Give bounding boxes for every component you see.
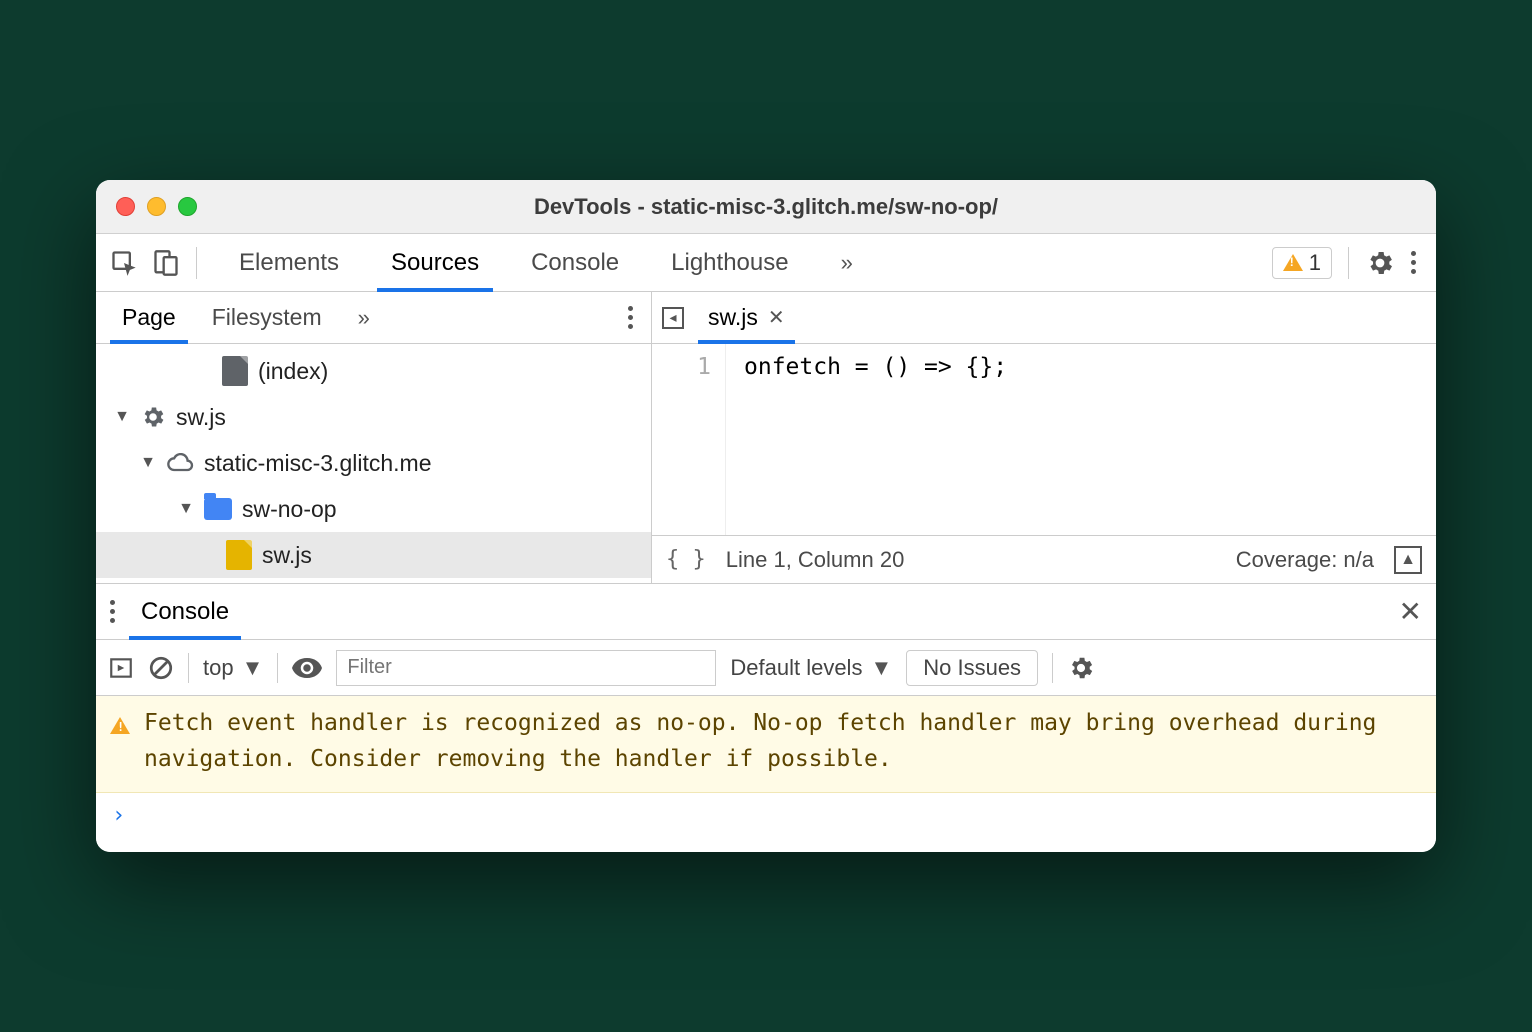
warnings-badge[interactable]: 1 bbox=[1272, 247, 1332, 279]
console-warning-row[interactable]: Fetch event handler is recognized as no-… bbox=[96, 696, 1436, 792]
drawer-tabbar: Console ✕ bbox=[96, 584, 1436, 640]
tree-label: sw.js bbox=[262, 542, 312, 569]
dropdown-icon: ▼ bbox=[870, 655, 892, 681]
divider bbox=[1052, 653, 1053, 683]
tab-elements[interactable]: Elements bbox=[213, 234, 365, 291]
console-toolbar: top ▼ Default levels ▼ No Issues bbox=[96, 640, 1436, 696]
tab-lighthouse[interactable]: Lighthouse bbox=[645, 234, 814, 291]
tab-sources[interactable]: Sources bbox=[365, 234, 505, 291]
device-toolbar-icon[interactable] bbox=[152, 249, 180, 277]
disclosure-triangle-icon[interactable]: ▼ bbox=[140, 454, 156, 472]
divider bbox=[277, 653, 278, 683]
file-tab-label: sw.js bbox=[708, 304, 758, 331]
warning-icon bbox=[1283, 254, 1303, 271]
toggle-sidebar-icon[interactable] bbox=[108, 655, 134, 681]
context-selector[interactable]: top ▼ bbox=[203, 655, 263, 681]
main-toolbar: Elements Sources Console Lighthouse » 1 bbox=[96, 234, 1436, 292]
line-number: 1 bbox=[652, 354, 711, 380]
warning-icon bbox=[110, 710, 130, 777]
editor-pane: ◂ sw.js ✕ 1 onfetch = () => {}; { } Line… bbox=[652, 292, 1436, 583]
file-tree: (index) ▼ sw.js ▼ static-misc-3.glitch.m… bbox=[96, 344, 651, 583]
code-line: onfetch = () => {}; bbox=[744, 354, 1007, 380]
file-icon bbox=[222, 356, 248, 386]
navigator-tab-page[interactable]: Page bbox=[104, 292, 194, 343]
window-close-button[interactable] bbox=[116, 197, 135, 216]
toggle-navigator-icon[interactable]: ◂ bbox=[662, 307, 684, 329]
code-editor[interactable]: 1 onfetch = () => {}; bbox=[652, 344, 1436, 535]
settings-icon[interactable] bbox=[1365, 248, 1395, 278]
close-drawer-icon[interactable]: ✕ bbox=[1399, 595, 1422, 628]
tree-label: sw-no-op bbox=[242, 496, 337, 523]
tab-overflow[interactable]: » bbox=[815, 234, 879, 291]
disclosure-triangle-icon[interactable]: ▼ bbox=[178, 500, 194, 518]
clear-console-icon[interactable] bbox=[148, 655, 174, 681]
titlebar: DevTools - static-misc-3.glitch.me/sw-no… bbox=[96, 180, 1436, 234]
sources-panel: Page Filesystem » (index) ▼ s bbox=[96, 292, 1436, 584]
tab-console[interactable]: Console bbox=[505, 234, 645, 291]
console-filter-input[interactable] bbox=[336, 650, 716, 686]
console-prompt[interactable]: › bbox=[96, 793, 1436, 852]
line-gutter: 1 bbox=[652, 344, 726, 535]
navigator-pane: Page Filesystem » (index) ▼ s bbox=[96, 292, 652, 583]
prompt-chevron-icon: › bbox=[112, 803, 125, 828]
tree-label: (index) bbox=[258, 358, 328, 385]
inspect-element-icon[interactable] bbox=[110, 249, 138, 277]
console-warning-text: Fetch event handler is recognized as no-… bbox=[144, 706, 1422, 777]
panel-tabs: Elements Sources Console Lighthouse » bbox=[213, 234, 879, 291]
context-label: top bbox=[203, 655, 234, 681]
code-content: onfetch = () => {}; bbox=[726, 344, 1007, 535]
window-zoom-button[interactable] bbox=[178, 197, 197, 216]
tree-item-sw-root[interactable]: ▼ sw.js bbox=[96, 394, 651, 440]
divider bbox=[196, 247, 197, 279]
divider bbox=[1348, 247, 1349, 279]
traffic-lights bbox=[116, 197, 197, 216]
live-expression-icon[interactable] bbox=[292, 658, 322, 678]
dropdown-icon: ▼ bbox=[242, 655, 264, 681]
window-minimize-button[interactable] bbox=[147, 197, 166, 216]
close-icon[interactable]: ✕ bbox=[768, 305, 785, 330]
more-menu-icon[interactable] bbox=[1411, 251, 1416, 274]
js-file-icon bbox=[226, 540, 252, 570]
disclosure-triangle-icon[interactable]: ▼ bbox=[114, 408, 130, 426]
cursor-position: Line 1, Column 20 bbox=[726, 547, 905, 573]
levels-label: Default levels bbox=[730, 655, 862, 681]
console-settings-icon[interactable] bbox=[1067, 654, 1095, 682]
navigator-tab-filesystem[interactable]: Filesystem bbox=[194, 292, 340, 343]
show-details-icon[interactable]: ▲ bbox=[1394, 546, 1422, 574]
pretty-print-icon[interactable]: { } bbox=[666, 547, 706, 572]
console-body: Fetch event handler is recognized as no-… bbox=[96, 696, 1436, 851]
tree-label: sw.js bbox=[176, 404, 226, 431]
issues-button[interactable]: No Issues bbox=[906, 650, 1038, 686]
file-tab-swjs[interactable]: sw.js ✕ bbox=[702, 292, 791, 343]
folder-icon bbox=[204, 498, 232, 520]
warnings-count: 1 bbox=[1309, 250, 1321, 276]
tree-item-folder[interactable]: ▼ sw-no-op bbox=[96, 486, 651, 532]
navigator-tabs: Page Filesystem » bbox=[96, 292, 651, 344]
tree-label: static-misc-3.glitch.me bbox=[204, 450, 431, 477]
tree-item-domain[interactable]: ▼ static-misc-3.glitch.me bbox=[96, 440, 651, 486]
devtools-window: DevTools - static-misc-3.glitch.me/sw-no… bbox=[96, 180, 1436, 851]
service-worker-icon bbox=[140, 404, 166, 430]
issues-label: No Issues bbox=[923, 655, 1021, 681]
drawer-more-icon[interactable] bbox=[110, 600, 115, 623]
log-levels-selector[interactable]: Default levels ▼ bbox=[730, 655, 892, 681]
tree-item-file-swjs[interactable]: sw.js bbox=[96, 532, 651, 578]
coverage-label: Coverage: n/a bbox=[1236, 547, 1374, 573]
divider bbox=[188, 653, 189, 683]
cloud-icon bbox=[166, 453, 194, 473]
navigator-tab-overflow[interactable]: » bbox=[340, 292, 388, 343]
window-title: DevTools - static-misc-3.glitch.me/sw-no… bbox=[96, 194, 1436, 220]
tree-item-index[interactable]: (index) bbox=[96, 348, 651, 394]
navigator-more-icon[interactable] bbox=[628, 306, 633, 329]
drawer-tab-console[interactable]: Console bbox=[123, 584, 247, 639]
editor-tabbar: ◂ sw.js ✕ bbox=[652, 292, 1436, 344]
editor-status-bar: { } Line 1, Column 20 Coverage: n/a ▲ bbox=[652, 535, 1436, 583]
